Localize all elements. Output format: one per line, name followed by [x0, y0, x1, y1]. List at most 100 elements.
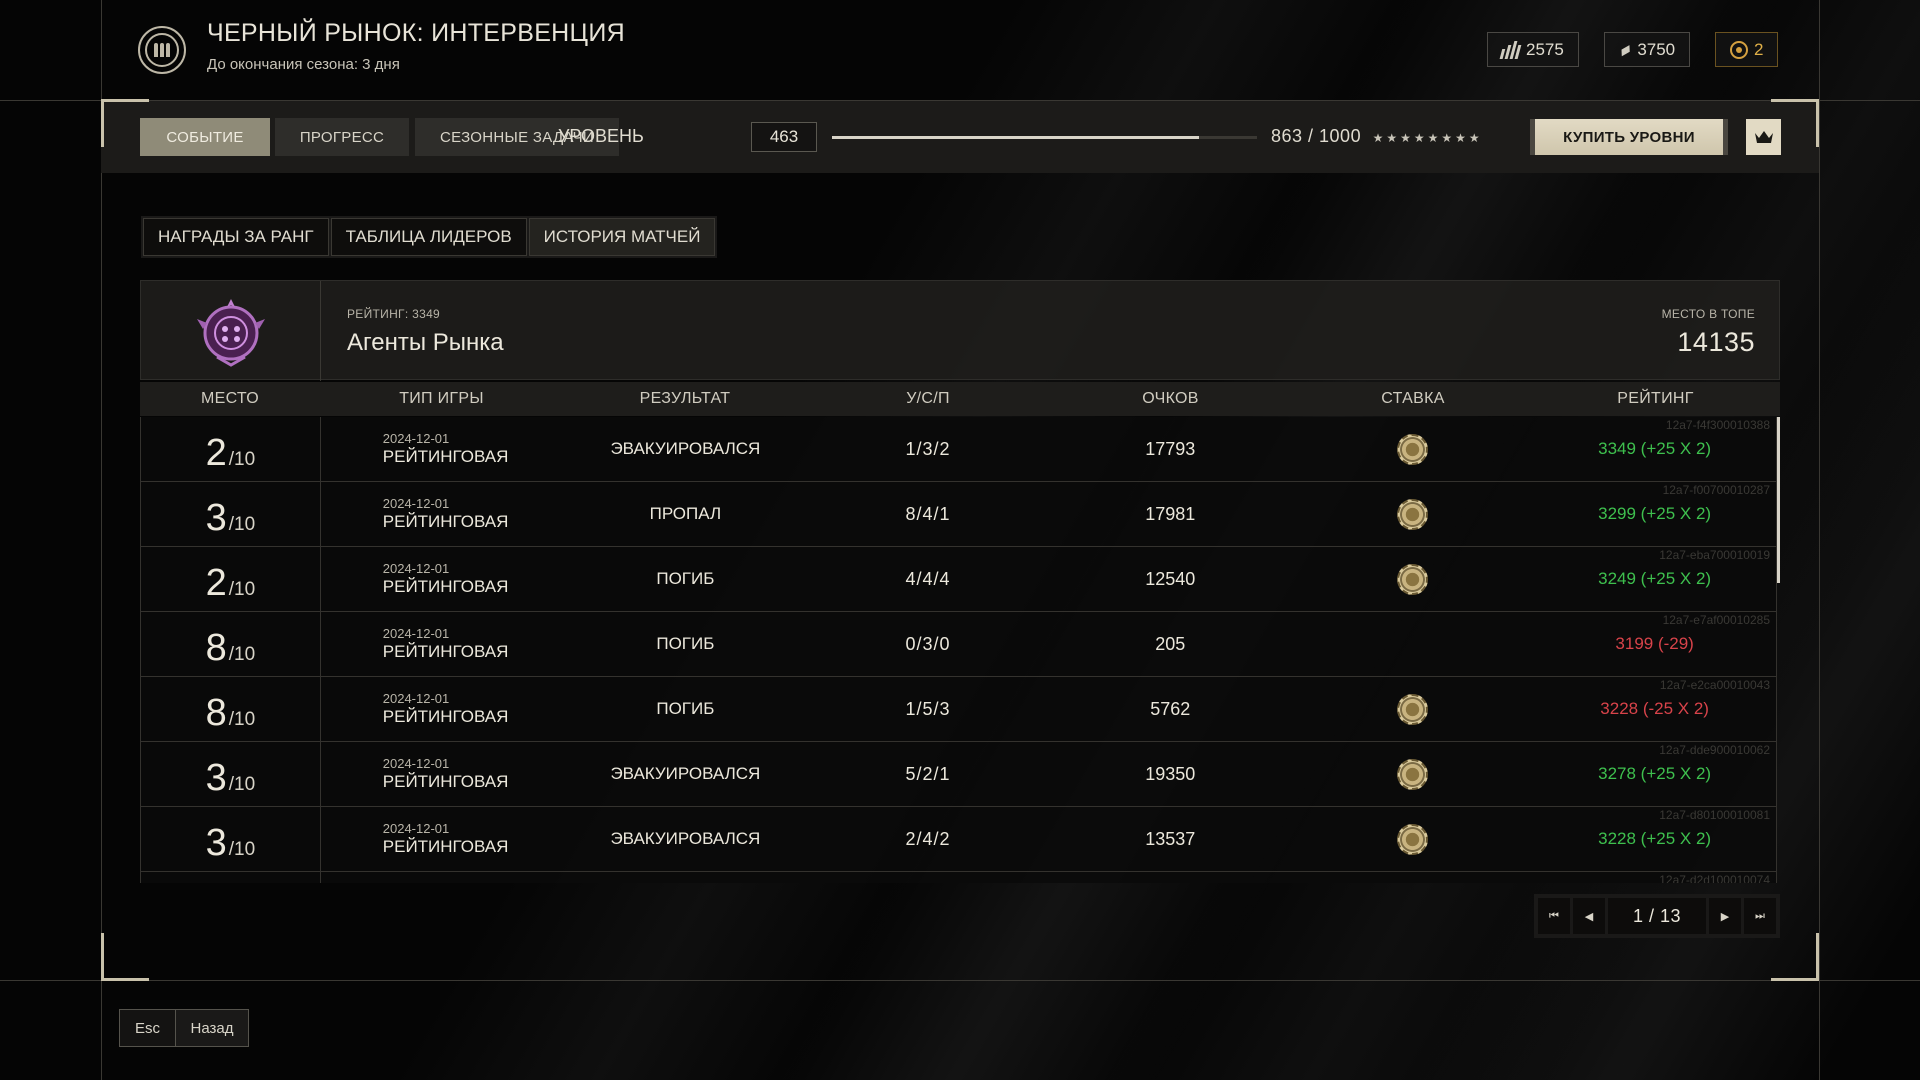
row-game-type: 2024-12-01 РЕЙТИНГОВАЯ [321, 561, 564, 597]
table-row[interactable]: 3/10 2024-12-01 РЕЙТИНГОВАЯ ПРОПАЛ 8/4/1 1798… [140, 482, 1777, 547]
col-ksd: У/С/П [906, 390, 950, 407]
first-page-button[interactable]: ⏮ [1538, 898, 1571, 934]
row-ksd: 2/4/2 [905, 828, 951, 849]
row-game-type: 2024-12-01 РЕЙТИНГОВАЯ [321, 756, 564, 792]
col-result: РЕЗУЛЬТАТ [639, 390, 731, 407]
row-place: 3/10 [141, 807, 321, 871]
currency-ammo-value: 2575 [1526, 39, 1564, 59]
row-ksd: 5/2/1 [905, 763, 951, 784]
row-place-value: 3 [205, 822, 227, 864]
premium-crown-button[interactable] [1746, 119, 1781, 155]
row-score: 5762 [1150, 698, 1191, 719]
table-row[interactable]: 8/10 2024-12-01 РЕЙТИНГОВАЯ ПОГИБ 0/3/0 205 31… [140, 612, 1777, 677]
bet-chip-icon [1396, 758, 1428, 790]
row-ksd: 0/3/0 [905, 633, 951, 654]
row-date: 2024-12-01 [382, 496, 450, 511]
tab-event[interactable]: СОБЫТИЕ [140, 118, 270, 156]
row-ksd: 1/5/3 [905, 698, 951, 719]
row-rating: 3199 (-29) [1615, 634, 1694, 653]
event-logo-icon [138, 26, 186, 74]
frame-corner [101, 933, 149, 981]
table-row[interactable]: 3/10 2024-12-01 РЕЙТИНГОВАЯ ЭВАКУИРОВАЛСЯ 2/… [140, 807, 1777, 872]
match-table-body[interactable]: 2/10 2024-12-01 РЕЙТИНГОВАЯ ЭВАКУИРОВАЛСЯ 1/… [140, 417, 1777, 883]
last-page-button[interactable]: ⏭ [1743, 898, 1776, 934]
row-score: 205 [1155, 633, 1186, 654]
row-date: 2024-12-01 [382, 561, 450, 576]
row-score: 19350 [1145, 763, 1196, 784]
row-game-type: 2024-12-01 РЕЙТИНГОВАЯ [321, 431, 564, 467]
first-page-icon: ⏮ [1549, 909, 1559, 922]
row-place-total: /10 [228, 644, 256, 665]
level-stars: ★★★★★★★★ [1372, 131, 1483, 145]
row-place-total: /10 [228, 839, 256, 860]
ammo-bars-icon [1499, 40, 1523, 59]
card-top-label: МЕСТО В ТОПЕ [1661, 307, 1755, 321]
page-title: ЧЕРНЫЙ РЫНОК: ИНТЕРВЕНЦИЯ [207, 19, 625, 47]
currency-gold[interactable]: 2 [1715, 32, 1779, 67]
frame-corner [1771, 933, 1819, 981]
row-ksd: 4/4/4 [905, 568, 951, 589]
frame-line-right [1819, 0, 1820, 1080]
last-page-icon: ⏭ [1755, 909, 1765, 922]
row-match-id: 12a7-f00700010287 [1662, 483, 1770, 497]
subtab-leaderboard[interactable]: ТАБЛИЦА ЛИДЕРОВ [330, 218, 527, 256]
col-place: МЕСТО [200, 390, 260, 407]
back-button[interactable]: Esc Назад [119, 1009, 249, 1047]
level-progress-text: 863 / 1000 ★★★★★★★★ [1271, 126, 1483, 147]
row-place: 3/10 [141, 482, 321, 546]
level-value: 463 [751, 122, 817, 152]
bet-chip-icon [1396, 563, 1428, 595]
currency-tickets-value: 3750 [1637, 39, 1676, 59]
level-progress-fill [832, 136, 1199, 139]
row-rating: 3299 (+25 X 2) [1598, 504, 1712, 523]
row-place-total: /10 [228, 579, 256, 600]
row-place [141, 872, 321, 883]
match-table-header: МЕСТО ТИП ИГРЫ РЕЗУЛЬТАТ У/С/П ОЧКОВ СТА… [140, 382, 1780, 416]
bet-chip-icon [1396, 433, 1428, 465]
subtab-match-history[interactable]: ИСТОРИЯ МАТЧЕЙ [528, 218, 716, 256]
table-row[interactable]: 3/10 2024-12-01 РЕЙТИНГОВАЯ ЭВАКУИРОВАЛСЯ 5/… [140, 742, 1777, 807]
row-game-type: 2024-12-01 РЕЙТИНГОВАЯ [321, 496, 564, 532]
row-bet [1292, 693, 1534, 725]
row-match-id: 12a7-eba700010019 [1659, 548, 1770, 562]
table-row[interactable]: 2/10 2024-12-01 РЕЙТИНГОВАЯ ПОГИБ 4/4/4 12540… [140, 547, 1777, 612]
row-type: РЕЙТИНГОВАЯ [382, 577, 509, 596]
season-rank-card: РЕЙТИНГ: 3349 Агенты Рынка МЕСТО В ТОПЕ … [140, 280, 1780, 381]
currency-tickets[interactable]: ▰ 3750 [1604, 32, 1691, 67]
row-game-type: 2024-12-01 РЕЙТИНГОВАЯ [321, 691, 564, 727]
row-place-value: 8 [205, 692, 227, 734]
level-progress-count: 863 / 1000 [1271, 126, 1362, 146]
row-match-id: 12a7-e7af00010285 [1662, 613, 1770, 627]
row-rating: 3228 (-25 X 2) [1600, 699, 1709, 718]
tab-progress[interactable]: ПРОГРЕСС [275, 118, 409, 156]
row-rating: 3278 (+25 X 2) [1598, 764, 1712, 783]
row-result: ПОГИБ [656, 634, 715, 653]
table-row[interactable]: 2/10 2024-12-01 РЕЙТИНГОВАЯ ЭВАКУИРОВАЛСЯ 1/… [140, 417, 1777, 482]
page-indicator: 1 / 13 [1608, 898, 1706, 934]
subtab-rank-rewards[interactable]: НАГРАДЫ ЗА РАНГ [143, 218, 329, 256]
row-rating: 3228 (+25 X 2) [1598, 829, 1712, 848]
row-bet [1292, 758, 1534, 790]
row-score: 17793 [1145, 438, 1196, 459]
row-match-id: 12a7-f4f300010388 [1665, 418, 1770, 432]
prev-page-button[interactable]: ◀ [1573, 898, 1606, 934]
row-result: ПОГИБ [656, 699, 715, 718]
table-row[interactable]: 8/10 2024-12-01 РЕЙТИНГОВАЯ ПОГИБ 1/5/3 5762 3… [140, 677, 1777, 742]
row-type: РЕЙТИНГОВАЯ [382, 512, 509, 531]
row-place: 8/10 [141, 612, 321, 676]
row-score: 12540 [1145, 568, 1196, 589]
row-match-id: 12a7-dde900010062 [1659, 743, 1770, 757]
level-progress-bar [832, 136, 1257, 139]
table-row[interactable]: 12a7-d2d100010074 [140, 872, 1777, 883]
col-score: ОЧКОВ [1142, 390, 1199, 407]
card-team-name: Агенты Рынка [347, 329, 504, 356]
row-date: 2024-12-01 [382, 691, 450, 706]
row-result: ПРОПАЛ [649, 504, 722, 523]
buy-levels-button[interactable]: КУПИТЬ УРОВНИ [1530, 119, 1728, 155]
table-scrollbar[interactable] [1777, 417, 1780, 583]
next-page-button[interactable]: ▶ [1708, 898, 1741, 934]
row-place: 3/10 [141, 742, 321, 806]
row-type: РЕЙТИНГОВАЯ [382, 707, 509, 726]
row-place: 2/10 [141, 547, 321, 611]
currency-ammo[interactable]: 2575 [1487, 32, 1579, 67]
